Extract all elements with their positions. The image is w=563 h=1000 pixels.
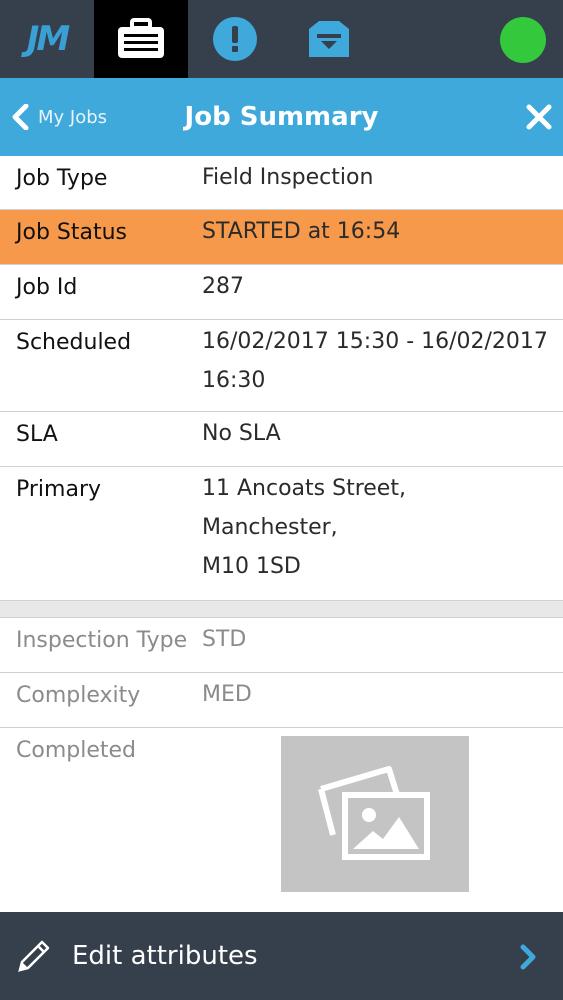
nav-jobs-button[interactable] [94,0,188,78]
row-job-type: Job Type Field Inspection [0,156,563,210]
online-status-indicator [500,17,546,63]
chevron-left-icon [12,104,29,130]
address-line-3: M10 1SD [202,554,301,579]
row-sla: SLA No SLA [0,412,563,467]
label-inspection-type: Inspection Type [16,628,188,653]
pencil-icon [18,940,50,972]
value-job-id: 287 [202,274,244,299]
logo-text: JM [26,19,71,59]
value-job-type: Field Inspection [202,165,374,190]
label-job-type: Job Type [16,166,108,191]
label-primary: Primary [16,477,102,502]
label-sla: SLA [16,422,58,447]
photo-placeholder[interactable] [281,736,469,892]
back-button[interactable]: My Jobs [10,78,107,156]
value-inspection-type: STD [202,627,247,652]
row-inspection-type: Inspection Type STD [0,618,563,673]
page-header: My Jobs Job Summary [0,78,563,156]
value-scheduled: 16/02/2017 15:30 - 16/02/2017 16:30 [202,329,548,393]
chevron-right-icon [520,944,536,970]
nav-alerts-button[interactable] [188,0,282,78]
value-sla: No SLA [202,421,281,446]
row-primary-address: Primary 11 Ancoats Street, Manchester, M… [0,467,563,601]
nav-inbox-button[interactable] [282,0,376,78]
briefcase-icon [118,18,164,58]
alert-icon [213,17,257,61]
label-scheduled: Scheduled [16,330,132,355]
label-completed: Completed [16,738,136,763]
edit-attributes-label: Edit attributes [72,941,258,971]
edit-attributes-button[interactable]: Edit attributes [0,912,563,1000]
row-complexity: Complexity MED [0,673,563,728]
row-completed: Completed [0,728,563,911]
back-label: My Jobs [38,106,108,128]
value-job-status: STARTED at 16:54 [202,219,401,244]
row-job-id: Job Id 287 [0,265,563,320]
image-placeholder-icon [318,766,430,860]
close-icon[interactable] [523,101,555,133]
top-nav: JM [0,0,563,78]
row-job-status: Job Status STARTED at 16:54 [0,210,563,265]
label-complexity: Complexity [16,683,141,708]
label-job-status: Job Status [16,220,128,245]
row-scheduled: Scheduled 16/02/2017 15:30 - 16/02/2017 … [0,320,563,412]
inbox-icon [309,21,349,57]
label-job-id: Job Id [16,275,78,300]
value-complexity: MED [202,682,252,707]
address-link[interactable]: 11 Ancoats Street, Manchester, M10 1SD [202,469,553,586]
section-divider [0,601,563,618]
address-line-1: 11 Ancoats Street, [202,476,406,501]
job-details: Job Type Field Inspection Job Status STA… [0,156,563,911]
app-logo[interactable]: JM [0,0,94,78]
address-line-2: Manchester, [202,515,338,540]
